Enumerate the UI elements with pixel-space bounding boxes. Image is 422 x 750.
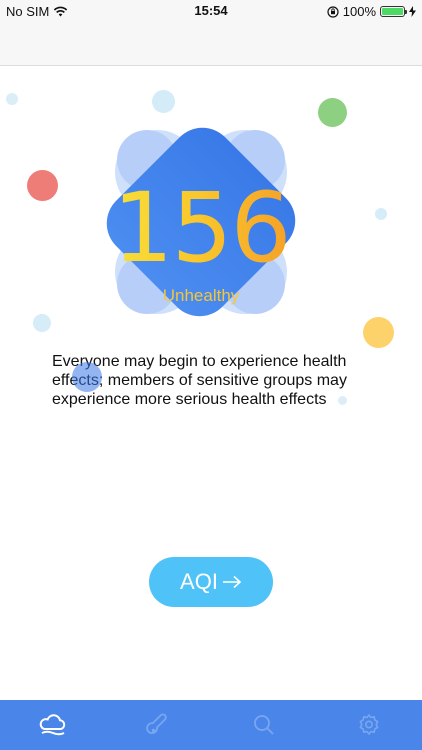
aqi-button-label: AQI [180,569,218,594]
navigation-bar [0,24,422,66]
cloud-icon [39,714,65,736]
arrow-right-icon [222,575,242,589]
aqi-value: 156 [95,178,307,278]
aqi-badge: 156 Unhealthy [95,108,307,336]
orientation-lock-icon [327,5,339,18]
tab-settings[interactable] [317,700,422,750]
decorative-bubble [363,317,394,348]
decorative-bubble [318,98,347,127]
tab-thermometer[interactable] [106,700,212,750]
decorative-bubble [33,314,51,332]
decorative-bubble [72,362,102,392]
decorative-bubble [6,93,18,105]
tab-bar [0,700,422,750]
gear-icon [359,714,379,735]
status-bar: No SIM 15:54 100% [0,0,422,24]
decorative-bubble [27,170,58,201]
charging-icon [409,6,416,17]
search-icon [253,715,274,735]
thermometer-icon [146,713,167,735]
battery-icon [380,6,407,17]
aqi-button[interactable]: AQI [149,557,273,607]
tab-weather[interactable] [0,700,106,750]
decorative-bubble [375,208,387,220]
tab-search[interactable] [211,700,317,750]
battery-percent: 100% [342,4,376,19]
aqi-level-label: Unhealthy [162,286,240,305]
